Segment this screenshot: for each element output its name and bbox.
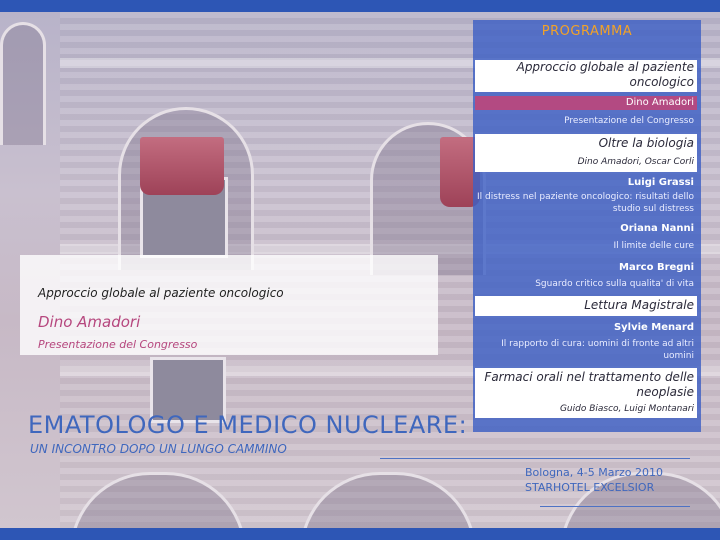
program-section-box: Farmaci orali nel trattamento delle neop… bbox=[475, 368, 697, 418]
featured-speaker: Dino Amadori bbox=[38, 313, 141, 331]
programma-panel: PROGRAMMA Approccio globale al paziente … bbox=[473, 20, 701, 432]
programma-title: PROGRAMMA bbox=[541, 24, 633, 39]
speaker-name: Oriana Nanni bbox=[620, 223, 694, 234]
featured-presentation: Presentazione del Congresso bbox=[38, 338, 198, 351]
speaker-highlight: Dino Amadori bbox=[475, 96, 697, 110]
program-section-box: Approccio globale al paziente oncologico bbox=[475, 60, 697, 92]
event-date: Bologna, 4-5 Marzo 2010 bbox=[525, 466, 663, 479]
talk-description: Il distress nel paziente oncologico: ris… bbox=[477, 192, 694, 214]
window-awning bbox=[140, 137, 224, 195]
talk-description: Sguardo critico sulla qualita' di vita bbox=[535, 279, 694, 289]
talk-description: Presentazione del Congresso bbox=[564, 116, 694, 126]
program-section-title: Lettura Magistrale bbox=[584, 298, 694, 312]
bottom-bar bbox=[0, 528, 720, 540]
featured-talk-title: Approccio globale al paziente oncologico bbox=[38, 286, 284, 300]
divider-line bbox=[540, 506, 690, 507]
event-subtitle: UN INCONTRO DOPO UN LUNGO CAMMINO bbox=[30, 442, 287, 456]
program-section-speakers: Dino Amadori, Oscar Corli bbox=[577, 157, 694, 167]
top-bar bbox=[0, 0, 720, 12]
event-title: EMATOLOGO E MEDICO NUCLEARE: bbox=[28, 411, 468, 439]
speaker-name: Marco Bregni bbox=[619, 262, 694, 273]
program-section-box: Lettura Magistrale bbox=[475, 296, 697, 316]
event-venue: STARHOTEL EXCELSIOR bbox=[525, 481, 655, 494]
featured-talk-card: Approccio globale al paziente oncologico… bbox=[20, 255, 438, 355]
divider-line bbox=[380, 458, 690, 459]
talk-description: Il rapporto di cura: uomini di fronte ad… bbox=[501, 339, 694, 361]
program-section-title: Approccio globale al paziente oncologico bbox=[516, 60, 694, 89]
arch-window bbox=[0, 22, 46, 145]
speaker-name: Sylvie Menard bbox=[613, 322, 694, 333]
program-section-speakers: Guido Biasco, Luigi Montanari bbox=[559, 404, 694, 414]
talk-description: Il limite delle cure bbox=[613, 241, 694, 251]
program-section-title: Oltre la biologia bbox=[598, 136, 694, 150]
speaker-name: Luigi Grassi bbox=[627, 177, 694, 188]
program-section-box: Oltre la biologia Dino Amadori, Oscar Co… bbox=[475, 134, 697, 172]
program-section-title: Farmaci orali nel trattamento delle neop… bbox=[484, 370, 694, 399]
